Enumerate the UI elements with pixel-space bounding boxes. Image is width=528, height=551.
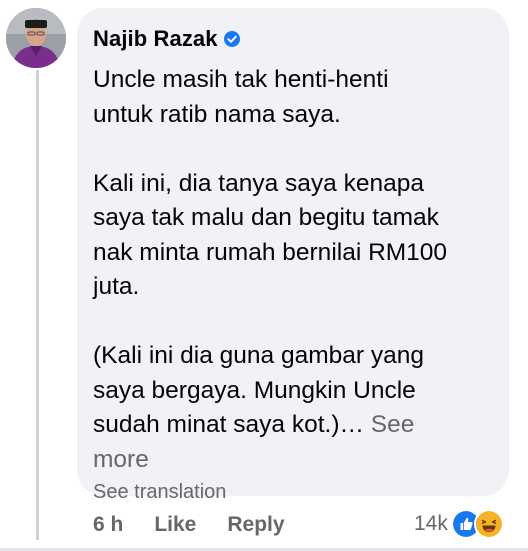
author-name[interactable]: Najib Razak bbox=[93, 26, 218, 52]
avatar[interactable] bbox=[6, 8, 66, 68]
reaction-count: 14k bbox=[414, 512, 448, 535]
reply-button[interactable]: Reply bbox=[227, 513, 284, 537]
comment-text: Uncle masih tak henti-henti untuk ratib … bbox=[93, 63, 505, 477]
text-line: nak minta rumah bernilai RM100 bbox=[93, 238, 448, 266]
timestamp[interactable]: 6 h bbox=[93, 513, 123, 537]
verified-badge-icon bbox=[223, 31, 240, 47]
comment-paragraph: Kali ini, dia tanya saya kenapa saya tak… bbox=[93, 167, 505, 305]
haha-icon bbox=[473, 509, 504, 539]
avatar-image bbox=[6, 8, 66, 68]
text-line: untuk ratib nama saya. bbox=[93, 100, 341, 128]
comment-paragraph: Uncle masih tak henti-henti untuk ratib … bbox=[93, 63, 505, 132]
thread-line bbox=[36, 70, 39, 540]
text-line: sudah minat saya kot.)… bbox=[93, 411, 364, 438]
text-line: Kali ini, dia tanya saya kenapa bbox=[93, 169, 424, 197]
comment-header: Najib Razak bbox=[93, 24, 509, 54]
comment-paragraph: (Kali ini dia guna gambar yang saya berg… bbox=[93, 339, 505, 477]
like-button[interactable]: Like bbox=[154, 513, 196, 537]
see-more-link-continued[interactable]: more bbox=[93, 446, 149, 473]
see-more-link[interactable]: See bbox=[371, 411, 415, 438]
text-line: saya bergaya. Mungkin Uncle bbox=[93, 376, 416, 404]
reactions-summary[interactable]: 14k bbox=[414, 507, 504, 541]
see-translation-link[interactable]: See translation bbox=[93, 481, 509, 504]
text-line: juta. bbox=[93, 273, 140, 300]
comment-bubble: Najib Razak Uncle masih tak henti-henti … bbox=[77, 8, 509, 503]
comment-actions: 6 h Like Reply bbox=[93, 508, 285, 542]
text-line: saya tak malu dan begitu tamak bbox=[93, 204, 439, 231]
text-line: Uncle masih tak henti-henti bbox=[93, 66, 389, 93]
text-line: (Kali ini dia guna gambar yang bbox=[93, 342, 424, 369]
